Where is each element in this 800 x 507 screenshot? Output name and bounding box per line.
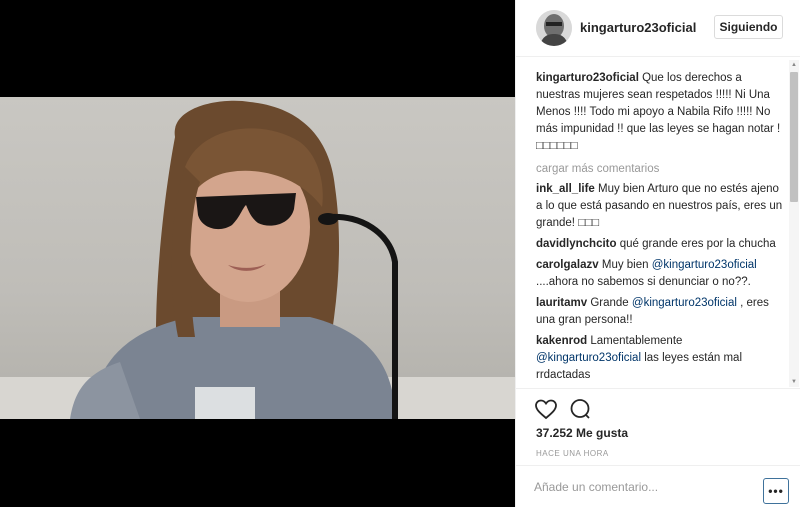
scroll-up-arrow-icon[interactable]: ▲ [789, 60, 799, 70]
heart-icon[interactable] [534, 397, 558, 421]
avatar-image [536, 10, 572, 46]
post-actions: 37.252 Me gusta HACE UNA HORA ••• [516, 388, 800, 507]
avatar[interactable] [536, 10, 572, 46]
comment-username[interactable]: lauritamv [536, 297, 587, 309]
header-username[interactable]: kingarturo23oficial [580, 20, 696, 35]
load-more-comments-link[interactable]: cargar más comentarios [536, 161, 786, 178]
mention-link[interactable]: @kingarturo23oficial [652, 259, 757, 271]
scroll-down-arrow-icon[interactable]: ▼ [789, 377, 799, 387]
comments-list: kingarturo23oficial Que los derechos a n… [536, 70, 786, 388]
post-media [0, 0, 515, 507]
comment-item: davidlynchcito qué grande eres por la ch… [536, 236, 786, 253]
comment-username[interactable]: ink_all_life [536, 183, 595, 195]
comment-text: Grande [590, 297, 632, 309]
comment-bubble-icon[interactable] [568, 397, 592, 421]
caption-username[interactable]: kingarturo23oficial [536, 72, 639, 84]
photo-illustration [0, 100, 515, 419]
comment-username[interactable]: carolgalazv [536, 259, 599, 271]
post-timestamp: HACE UNA HORA [536, 449, 609, 458]
mention-link[interactable]: @kingarturo23oficial [536, 352, 641, 364]
comment-item: ink_all_life Muy bien Arturo que no esté… [536, 181, 786, 232]
caption: kingarturo23oficial Que los derechos a n… [536, 70, 786, 155]
more-options-button[interactable]: ••• [763, 478, 789, 504]
comment-item: lauritamv Grande @kingarturo23oficial , … [536, 295, 786, 329]
post-photo[interactable] [0, 97, 515, 419]
comments-scrollbar[interactable]: ▲ ▼ [789, 60, 799, 387]
add-comment-section: ••• [516, 465, 800, 507]
caption-text: Que los derechos a nuestras mujeres sean… [536, 72, 781, 152]
post-header: kingarturo23oficial Siguiendo [516, 0, 800, 57]
likes-count[interactable]: 37.252 Me gusta [536, 426, 628, 440]
following-button[interactable]: Siguiendo [714, 15, 783, 39]
comment-username[interactable]: davidlynchcito [536, 238, 617, 250]
comment-text: qué grande eres por la chucha [619, 238, 776, 250]
comment-item: carolgalazv Muy bien @kingarturo23oficia… [536, 257, 786, 291]
comment-text: ....ahora no sabemos si denunciar o no??… [536, 276, 751, 288]
scrollbar-thumb[interactable] [790, 72, 798, 202]
comment-text: Muy bien [601, 259, 652, 271]
comment-text: Lamentablemente [590, 335, 683, 347]
add-comment-input[interactable] [534, 476, 754, 498]
comment-item: kakenrod Lamentablemente @kingarturo23of… [536, 333, 786, 384]
mention-link[interactable]: @kingarturo23oficial [632, 297, 737, 309]
post-details-panel: kingarturo23oficial Siguiendo kingarturo… [515, 0, 800, 507]
comment-username[interactable]: kakenrod [536, 335, 587, 347]
